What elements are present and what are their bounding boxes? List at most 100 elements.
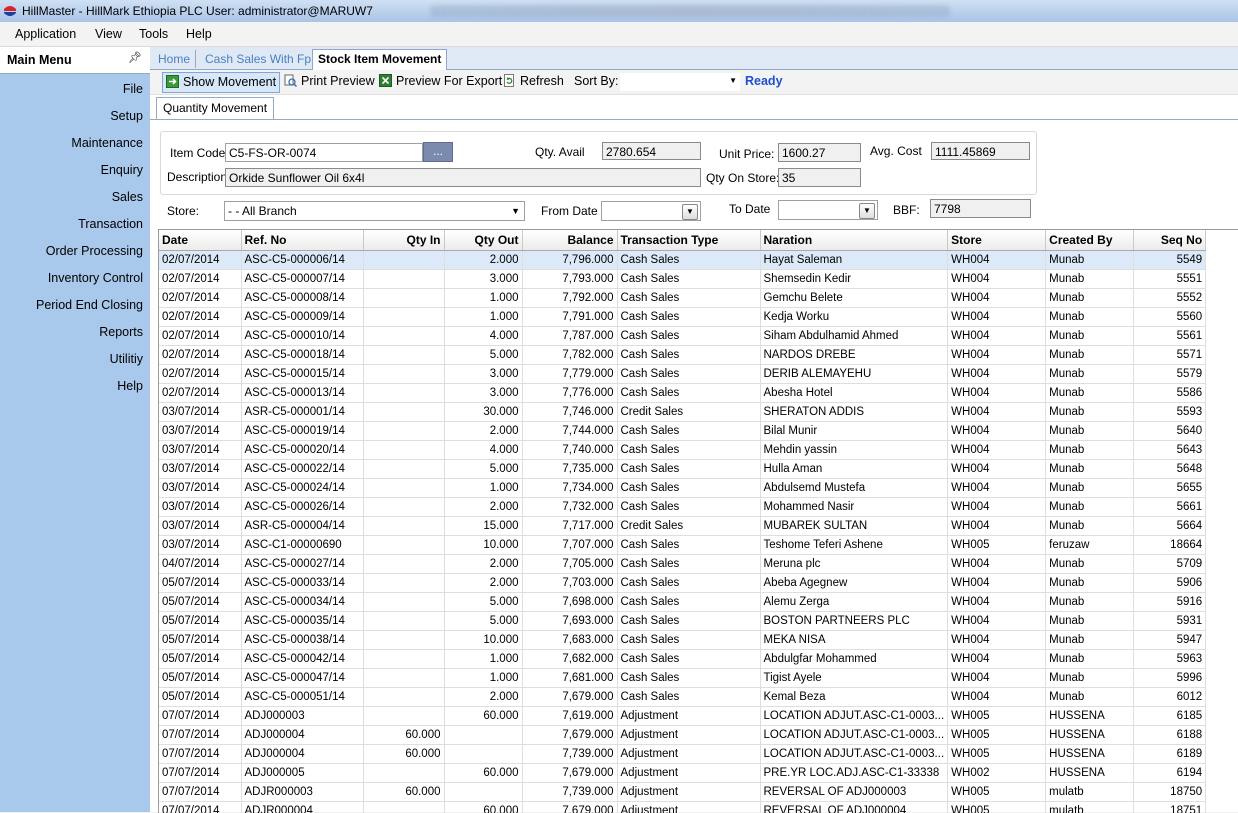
cell-naration: REVERSAL OF ADJ000003 [760,783,948,802]
cell-date: 03/07/2014 [159,422,241,441]
column-header-ref-no[interactable]: Ref. No [241,230,363,251]
cell-seq-no: 6188 [1134,726,1206,745]
cell-qty-in [363,327,444,346]
table-row[interactable]: 02/07/2014ASC-C5-000008/141.0007,792.000… [159,289,1206,308]
table-row[interactable]: 07/07/2014ADJR00000460.0007,679.000Adjus… [159,802,1206,813]
cell-naration: BOSTON PARTNEERS PLC [760,612,948,631]
cell-date: 02/07/2014 [159,327,241,346]
table-row[interactable]: 07/07/2014ADJ00000560.0007,679.000Adjust… [159,764,1206,783]
sidebar-item-maintenance[interactable]: Maintenance [71,136,143,150]
menu-view[interactable]: View [95,27,122,41]
cell-naration: NARDOS DREBE [760,346,948,365]
table-row[interactable]: 05/07/2014ASC-C5-000034/145.0007,698.000… [159,593,1206,612]
cell-qty-in [363,498,444,517]
table-row[interactable]: 05/07/2014ASC-C5-000042/141.0007,682.000… [159,650,1206,669]
table-row[interactable]: 05/07/2014ASC-C5-000035/145.0007,693.000… [159,612,1206,631]
item-code-field[interactable]: C5-FS-OR-0074 [225,143,423,162]
cell-naration: Shemsedin Kedir [760,270,948,289]
cell-qty-out: 2.000 [444,498,522,517]
menu-application[interactable]: Application [15,27,76,41]
table-row[interactable]: 05/07/2014ASC-C5-000038/1410.0007,683.00… [159,631,1206,650]
store-dropdown[interactable]: - - All Branch ▼ [224,201,525,221]
table-row[interactable]: 04/07/2014ASC-C5-000027/142.0007,705.000… [159,555,1206,574]
cell-transaction-type: Cash Sales [617,612,760,631]
sidebar-item-file[interactable]: File [123,82,143,96]
table-row[interactable]: 07/07/2014ADJR00000360.0007,739.000Adjus… [159,783,1206,802]
show-movement-button[interactable]: Show Movement [162,72,280,93]
cell-balance: 7,796.000 [522,251,617,270]
qty-avail-field: 2780.654 [602,142,701,160]
table-row[interactable]: 02/07/2014ASC-C5-000009/141.0007,791.000… [159,308,1206,327]
cell-created-by: Munab [1046,270,1134,289]
table-row[interactable]: 03/07/2014ASC-C5-000020/144.0007,740.000… [159,441,1206,460]
table-row[interactable]: 02/07/2014ASC-C5-000018/145.0007,782.000… [159,346,1206,365]
table-row[interactable]: 07/07/2014ADJ00000360.0007,619.000Adjust… [159,707,1206,726]
print-preview-icon [284,74,297,87]
column-header-store[interactable]: Store [948,230,1046,251]
tab-stock-item-movement[interactable]: Stock Item Movement [312,49,447,70]
print-preview-button[interactable]: Print Preview [281,72,375,91]
table-row[interactable]: 03/07/2014ASC-C5-000019/142.0007,744.000… [159,422,1206,441]
table-row[interactable]: 02/07/2014ASC-C5-000006/142.0007,796.000… [159,251,1206,270]
store-value: - - All Branch [228,204,297,218]
sort-by-dropdown[interactable]: ▼ [620,73,740,91]
cell-balance: 7,681.000 [522,669,617,688]
sidebar-item-order-processing[interactable]: Order Processing [46,244,143,258]
table-row[interactable]: 03/07/2014ASR-C5-000004/1415.0007,717.00… [159,517,1206,536]
pin-icon[interactable]: 📌︎ [128,51,142,64]
calendar-dropdown-icon[interactable]: ▼ [859,203,875,219]
sidebar-item-enquiry[interactable]: Enquiry [101,163,143,177]
column-header-qty-in[interactable]: Qty In [363,230,444,251]
table-row[interactable]: 03/07/2014ASR-C5-000001/1430.0007,746.00… [159,403,1206,422]
column-header-transaction-type[interactable]: Transaction Type [617,230,760,251]
column-header-balance[interactable]: Balance [522,230,617,251]
sidebar-item-period-end-closing[interactable]: Period End Closing [36,298,143,312]
table-row[interactable]: 05/07/2014ASC-C5-000047/141.0007,681.000… [159,669,1206,688]
sidebar-item-reports[interactable]: Reports [99,325,143,339]
sidebar-item-help[interactable]: Help [117,379,143,393]
tab-quantity-movement[interactable]: Quantity Movement [156,97,274,120]
table-row[interactable]: 02/07/2014ASC-C5-000010/144.0007,787.000… [159,327,1206,346]
table-row[interactable]: 03/07/2014ASC-C5-000024/141.0007,734.000… [159,479,1206,498]
refresh-button[interactable]: Refresh [500,72,564,91]
table-row[interactable]: 07/07/2014ADJ00000460.0007,679.000Adjust… [159,726,1206,745]
menu-tools[interactable]: Tools [139,27,168,41]
table-row[interactable]: 05/07/2014ASC-C5-000051/142.0007,679.000… [159,688,1206,707]
sidebar-item-sales[interactable]: Sales [112,190,143,204]
table-row[interactable]: 02/07/2014ASC-C5-000015/143.0007,779.000… [159,365,1206,384]
table-row[interactable]: 03/07/2014ASC-C5-000026/142.0007,732.000… [159,498,1206,517]
sidebar-item-inventory-control[interactable]: Inventory Control [48,271,143,285]
cell-date: 04/07/2014 [159,555,241,574]
sidebar-item-setup[interactable]: Setup [110,109,143,123]
column-header-date[interactable]: Date [159,230,241,251]
cell-created-by: HUSSENA [1046,726,1134,745]
cell-store: WH004 [948,384,1046,403]
column-header-naration[interactable]: Naration [760,230,948,251]
sidebar-item-transaction[interactable]: Transaction [78,217,143,231]
calendar-dropdown-icon[interactable]: ▼ [682,204,698,220]
column-header-qty-out[interactable]: Qty Out [444,230,522,251]
item-lookup-button[interactable]: ... [423,142,453,162]
tab-home[interactable]: Home [158,50,196,68]
table-row[interactable]: 05/07/2014ASC-C5-000033/142.0007,703.000… [159,574,1206,593]
cell-date: 05/07/2014 [159,688,241,707]
column-header-seq-no[interactable]: Seq No [1134,230,1206,251]
from-date-picker[interactable]: ▼ [601,201,701,221]
cell-transaction-type: Cash Sales [617,441,760,460]
to-date-picker[interactable]: ▼ [778,200,878,220]
menu-help[interactable]: Help [186,27,212,41]
table-row[interactable]: 03/07/2014ASC-C1-0000069010.0007,707.000… [159,536,1206,555]
cell-transaction-type: Cash Sales [617,498,760,517]
preview-for-export-button[interactable]: Preview For Export [376,72,502,91]
table-row[interactable]: 02/07/2014ASC-C5-000013/143.0007,776.000… [159,384,1206,403]
tab-cash-sales-with-fp[interactable]: Cash Sales With Fp [205,50,318,68]
sidebar-item-utility[interactable]: Utilitiy [110,352,143,366]
cell-balance: 7,679.000 [522,726,617,745]
table-row[interactable]: 07/07/2014ADJ00000460.0007,739.000Adjust… [159,745,1206,764]
table-row[interactable]: 02/07/2014ASC-C5-000007/143.0007,793.000… [159,270,1206,289]
cell-created-by: Munab [1046,403,1134,422]
column-header-created-by[interactable]: Created By [1046,230,1134,251]
table-row[interactable]: 03/07/2014ASC-C5-000022/145.0007,735.000… [159,460,1206,479]
cell-seq-no: 5561 [1134,327,1206,346]
cell-seq-no: 5571 [1134,346,1206,365]
